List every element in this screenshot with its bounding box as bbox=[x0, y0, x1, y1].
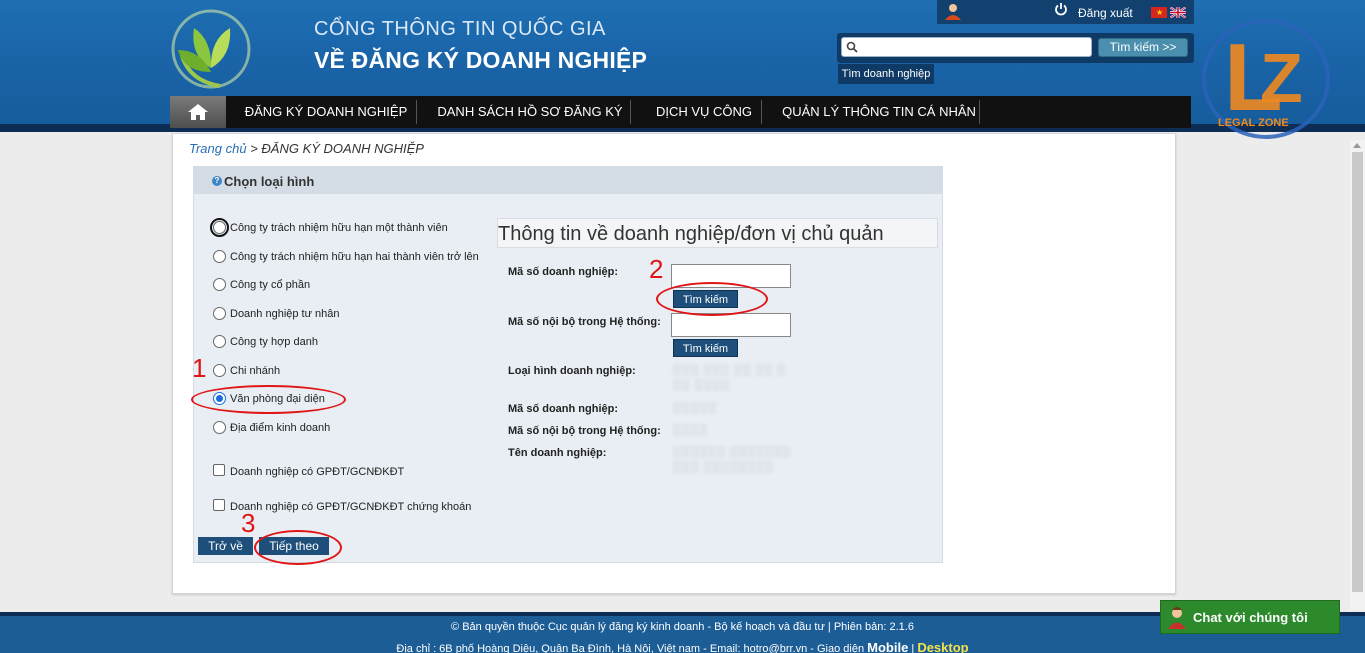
annotation-oval bbox=[656, 282, 768, 316]
info-panel-title: Thông tin về doanh nghiệp/đơn vị chủ quả… bbox=[498, 223, 884, 245]
form-title: Chọn loại hình bbox=[224, 174, 315, 189]
portal-title: VỀ ĐĂNG KÝ DOANH NGHIỆP bbox=[314, 47, 648, 73]
chat-agent-icon bbox=[1168, 607, 1186, 629]
mobile-view-link[interactable]: Mobile bbox=[867, 640, 908, 653]
radio-private-enterprise[interactable] bbox=[213, 307, 226, 320]
chat-label[interactable]: Chat với chúng tôi bbox=[1193, 610, 1308, 625]
search-icon bbox=[846, 41, 858, 53]
nav-item-public-services[interactable]: DỊCH VỤ CÔNG bbox=[640, 96, 768, 128]
user-avatar-icon[interactable] bbox=[944, 2, 962, 20]
result-type-label: Loại hình doanh nghiệp: bbox=[508, 365, 636, 377]
legal-zone-logo: L Z LEGAL ZONE bbox=[1202, 19, 1330, 139]
footer-separator: | bbox=[911, 643, 915, 653]
radio-joint-stock[interactable] bbox=[213, 278, 226, 291]
nav-item-application-list[interactable]: DANH SÁCH HỒ SƠ ĐĂNG KÝ bbox=[430, 96, 630, 128]
option-label: Công ty hợp danh bbox=[230, 336, 318, 348]
breadcrumb-separator: > bbox=[250, 141, 258, 156]
option-label: Địa điểm kinh doanh bbox=[230, 422, 331, 434]
logout-link[interactable]: Đăng xuất bbox=[1078, 6, 1133, 20]
annotation-number: 1 bbox=[192, 353, 207, 383]
option-label: Chi nhánh bbox=[230, 365, 281, 377]
svg-text:LEGAL ZONE: LEGAL ZONE bbox=[1218, 117, 1289, 129]
portal-subtitle: CỔNG THÔNG TIN QUỐC GIA bbox=[314, 18, 606, 40]
footer-address-text: Địa chỉ : 6B phố Hoàng Diệu, Quận Ba Đìn… bbox=[396, 643, 865, 653]
annotation-number: 3 bbox=[241, 508, 256, 538]
checkbox-securities-license[interactable] bbox=[213, 499, 225, 511]
redacted-value: ▒▒▒ ▒▒▒▒▒▒▒▒ bbox=[673, 461, 774, 473]
nav-home-button[interactable] bbox=[170, 96, 226, 128]
search-input[interactable] bbox=[841, 37, 1092, 57]
result-internal-label: Mã số nội bộ trong Hệ thống: bbox=[508, 425, 661, 437]
option-label: Doanh nghiệp có GPĐT/GCNĐKĐT bbox=[230, 466, 405, 478]
result-name-label: Tên doanh nghiệp: bbox=[508, 447, 607, 459]
redacted-value: ▒▒▒▒▒▒ ▒▒▒▒▒▒▒ bbox=[673, 446, 792, 458]
internal-code-input[interactable] bbox=[671, 313, 791, 337]
nav-divider bbox=[761, 100, 762, 124]
portal-logo-icon[interactable] bbox=[170, 6, 252, 92]
power-icon[interactable] bbox=[1054, 2, 1068, 16]
nav-divider bbox=[416, 100, 417, 124]
scrollbar-thumb[interactable] bbox=[1352, 152, 1363, 592]
find-by-internal-code-button[interactable]: Tìm kiếm bbox=[673, 339, 738, 357]
radio-business-location[interactable] bbox=[213, 421, 226, 434]
option-label: Doanh nghiệp có GPĐT/GCNĐKĐT chứng khoán bbox=[230, 501, 472, 513]
redacted-value: ▒▒▒▒▒ bbox=[673, 402, 717, 414]
internal-code-label: Mã số nội bộ trong Hệ thống: bbox=[508, 316, 661, 328]
result-tax-label: Mã số doanh nghiệp: bbox=[508, 403, 618, 415]
info-icon: ? bbox=[212, 176, 222, 186]
redacted-value: ▒▒ ▒▒▒▒ bbox=[673, 379, 730, 391]
vietnam-flag-icon[interactable]: ★ bbox=[1151, 7, 1167, 18]
radio-llc-multi-member[interactable] bbox=[213, 250, 226, 263]
annotation-oval bbox=[191, 385, 346, 414]
option-label: Doanh nghiệp tư nhân bbox=[230, 308, 340, 320]
search-button[interactable]: Tìm kiếm >> bbox=[1098, 38, 1188, 57]
redacted-value: ▒▒▒▒ bbox=[673, 424, 709, 436]
back-button[interactable]: Trở về bbox=[198, 537, 253, 555]
redacted-value: ▒▒▒ ▒▒▒ ▒▒ ▒▒ ▒ bbox=[673, 364, 786, 376]
radio-llc-single-member[interactable] bbox=[210, 218, 229, 237]
annotation-number: 2 bbox=[649, 254, 664, 284]
nav-divider bbox=[979, 100, 980, 124]
scroll-up-arrow-icon[interactable] bbox=[1353, 143, 1361, 148]
footer-address: Địa chỉ : 6B phố Hoàng Diệu, Quận Ba Đìn… bbox=[0, 640, 1365, 653]
breadcrumb: Trang chủ > ĐĂNG KÝ DOANH NGHIỆP bbox=[189, 141, 424, 156]
search-business-tab[interactable]: Tìm doanh nghiệp bbox=[838, 64, 934, 84]
tax-code-label: Mã số doanh nghiệp: bbox=[508, 266, 618, 278]
breadcrumb-current: ĐĂNG KÝ DOANH NGHIỆP bbox=[261, 141, 424, 156]
radio-branch[interactable] bbox=[213, 364, 226, 377]
nav-divider bbox=[630, 100, 631, 124]
breadcrumb-home-link[interactable]: Trang chủ bbox=[189, 141, 247, 156]
radio-partnership[interactable] bbox=[213, 335, 226, 348]
annotation-oval bbox=[254, 530, 342, 565]
nav-item-register-business[interactable]: ĐĂNG KÝ DOANH NGHIỆP bbox=[236, 96, 416, 128]
option-label: Công ty trách nhiệm hữu hạn một thành vi… bbox=[230, 222, 448, 234]
checkbox-investment-license[interactable] bbox=[213, 464, 225, 476]
home-icon bbox=[188, 104, 208, 120]
option-label: Công ty trách nhiệm hữu hạn hai thành vi… bbox=[230, 251, 479, 263]
uk-flag-icon[interactable] bbox=[1170, 7, 1186, 18]
nav-item-personal-info[interactable]: QUẢN LÝ THÔNG TIN CÁ NHÂN bbox=[774, 96, 984, 128]
svg-text:Z: Z bbox=[1260, 39, 1303, 117]
desktop-view-link[interactable]: Desktop bbox=[917, 640, 968, 653]
option-label: Công ty cổ phần bbox=[230, 279, 311, 291]
